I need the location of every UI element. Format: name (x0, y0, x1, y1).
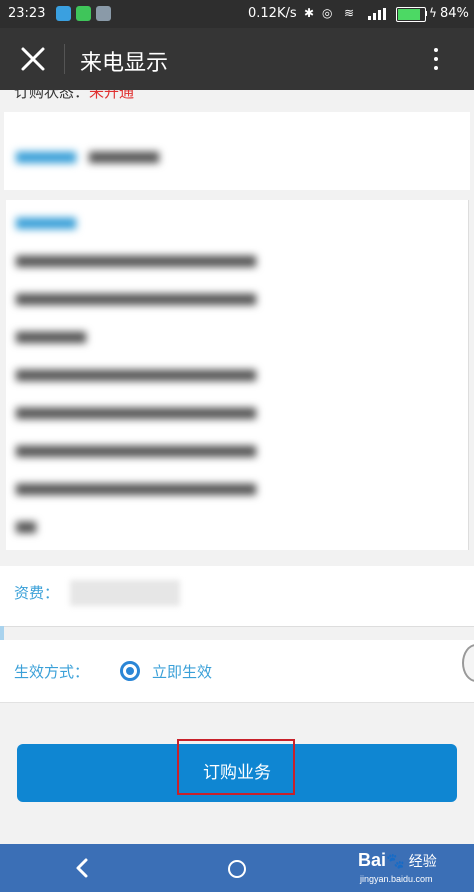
signal-icon (368, 8, 386, 20)
battery-percent: 84% (440, 6, 469, 21)
notification-app-icon-3 (96, 6, 111, 21)
page-content: 订购状态：未开通 ▆▆▆▆▆▆ ▆▆▆▆▆▆▆ ▆▆▆▆▆▆ ▆▆▆▆▆▆▆▆▆… (0, 90, 474, 844)
fee-value-blurred (70, 580, 180, 606)
network-speed: 0.12K/s (248, 6, 297, 21)
more-menu-button[interactable] (424, 42, 448, 76)
charging-icon: ϟ (429, 6, 437, 20)
title-divider (64, 44, 65, 74)
watermark-url: jingyan.baidu.com (360, 874, 433, 884)
bluetooth-icon: ✱ (304, 6, 315, 20)
subscription-status: 订购状态：未开通 (14, 90, 134, 102)
status-bar: 23:23 0.12K/s ✱ ◎ ≋ ϟ 84% (0, 0, 474, 28)
service-summary-card: ▆▆▆▆▆▆ ▆▆▆▆▆▆▆ (4, 112, 470, 190)
close-button[interactable] (18, 44, 48, 74)
alarm-icon: ◎ (322, 6, 333, 20)
effect-immediate-label[interactable]: 立即生效 (152, 661, 212, 682)
wifi-icon: ≋ (344, 6, 355, 20)
effect-immediate-radio[interactable] (120, 661, 140, 681)
subscription-status-value: 未开通 (89, 90, 135, 101)
blurred-description-text: ▆▆▆▆▆▆ ▆▆▆▆▆▆▆▆▆▆▆▆▆▆▆▆▆▆▆▆▆▆▆▆ ▆▆▆▆▆▆▆▆… (16, 215, 256, 534)
home-icon[interactable] (228, 860, 246, 878)
status-time: 23:23 (8, 6, 46, 21)
notification-app-icon-1 (56, 6, 71, 21)
fee-label: 资费： (14, 584, 60, 602)
watermark-jingyan: 经验 (408, 853, 437, 869)
watermark-paw-icon: 🐾 (386, 853, 405, 870)
notification-app-icon-2 (76, 6, 91, 21)
watermark-brand: Bai (358, 850, 387, 870)
blurred-summary-text: ▆▆▆▆▆▆ ▆▆▆▆▆▆▆ (16, 149, 159, 164)
back-icon[interactable] (70, 854, 94, 882)
baidu-jingyan-watermark: Bai🐾 经验 jingyan.baidu.com (358, 850, 437, 884)
service-description-card: ▆▆▆▆▆▆ ▆▆▆▆▆▆▆▆▆▆▆▆▆▆▆▆▆▆▆▆▆▆▆▆ ▆▆▆▆▆▆▆▆… (6, 200, 469, 550)
subscription-status-label: 订购状态： (14, 90, 90, 101)
page-title: 来电显示 (80, 51, 169, 76)
order-service-button[interactable]: 订购业务 (17, 744, 457, 802)
battery-tip (425, 11, 427, 16)
effect-mode-label: 生效方式： (14, 663, 90, 681)
title-bar: 来电显示 (0, 28, 474, 90)
effect-mode-row: 生效方式： 立即生效 (0, 640, 474, 703)
battery-icon (396, 7, 426, 22)
fee-row: 资费： (0, 566, 474, 627)
navigation-bar: Bai🐾 经验 jingyan.baidu.com (0, 844, 474, 892)
